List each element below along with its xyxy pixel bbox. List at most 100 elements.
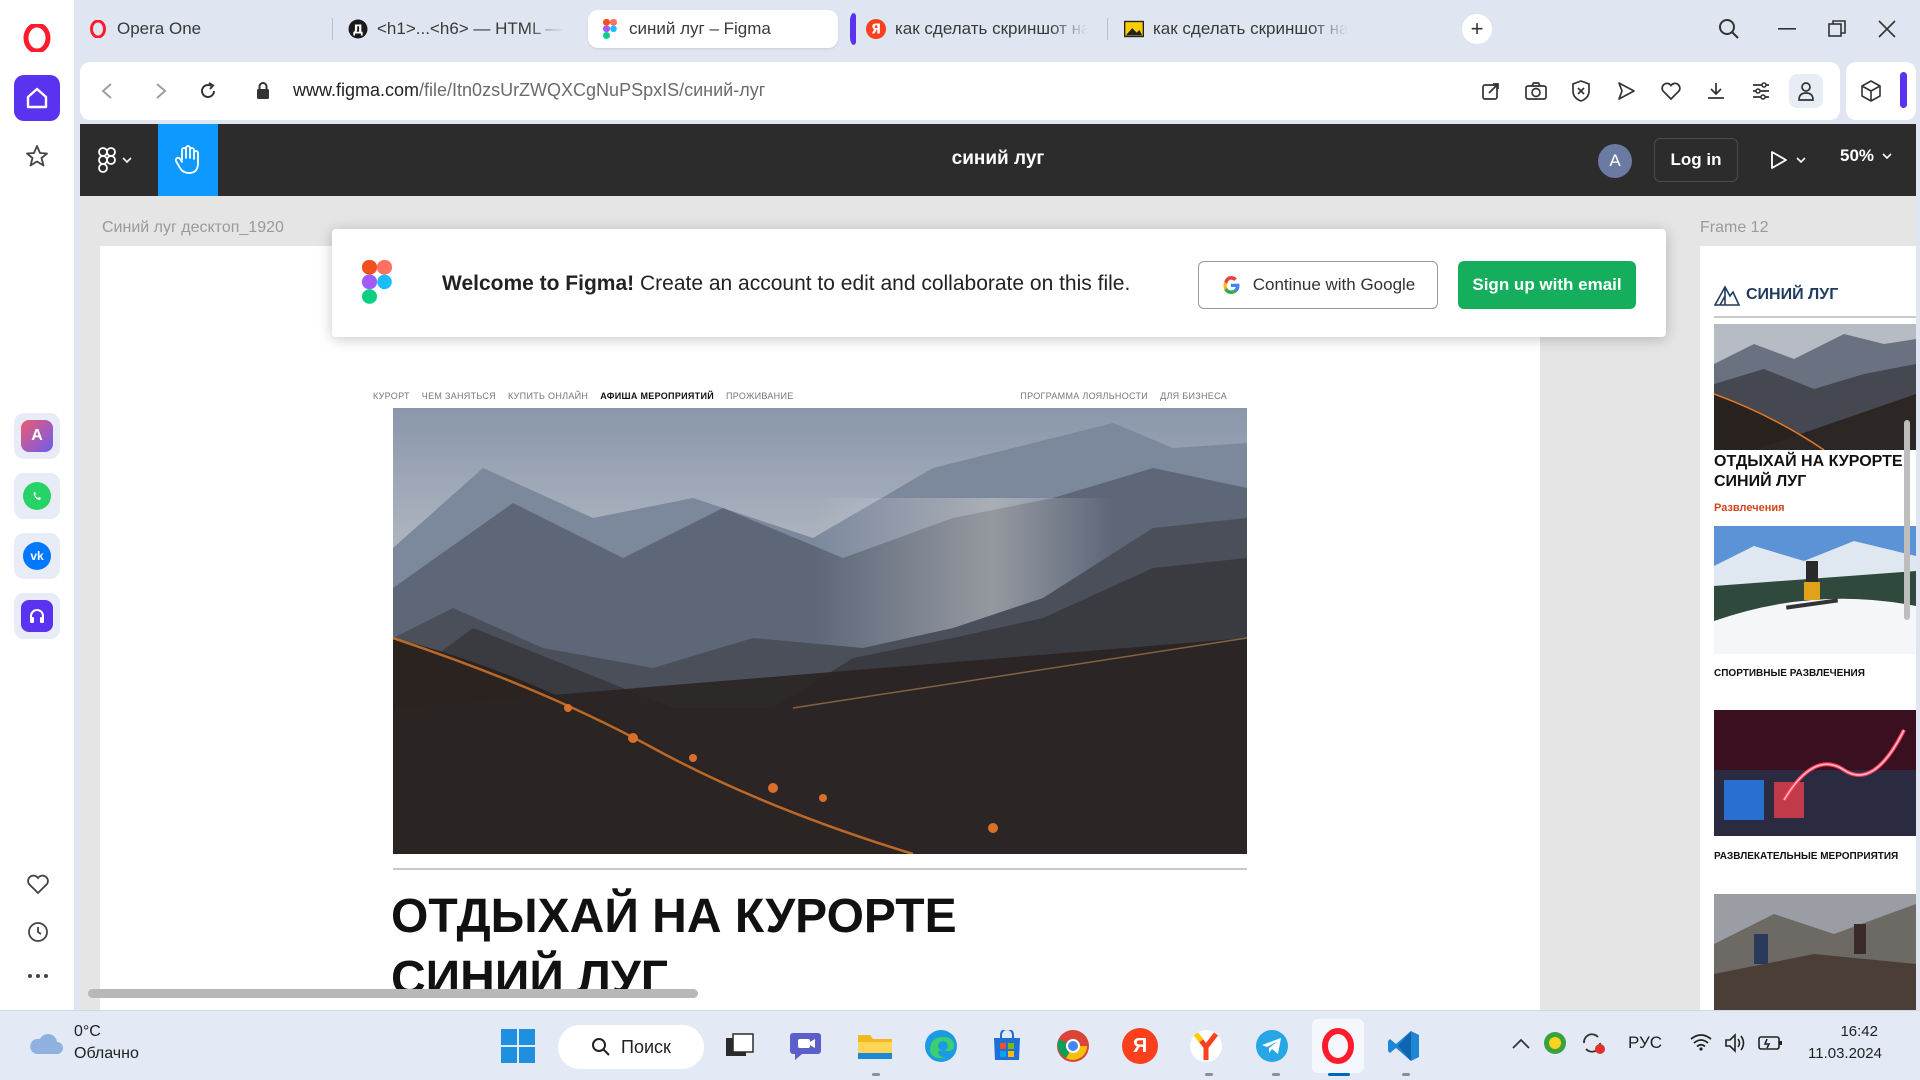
sync-icon[interactable]: [1580, 1031, 1606, 1060]
more-icon[interactable]: [22, 960, 54, 992]
music-player-icon[interactable]: [14, 593, 60, 639]
side-card-image-snowboard: [1714, 526, 1916, 654]
speed-dial-star-icon[interactable]: [14, 133, 60, 179]
new-tab-plus-icon[interactable]: +: [1462, 14, 1492, 44]
avatar[interactable]: A: [1598, 144, 1632, 178]
lock-icon[interactable]: [248, 76, 278, 106]
continue-with-google-button[interactable]: Continue with Google: [1198, 261, 1438, 309]
restore-icon[interactable]: [1822, 14, 1852, 44]
tab-label: как сделать скриншот на: [1153, 19, 1349, 38]
flow-send-icon[interactable]: [1611, 76, 1641, 106]
google-icon: [1223, 276, 1240, 294]
reload-icon[interactable]: [193, 76, 223, 106]
close-window-icon[interactable]: [1872, 14, 1902, 44]
temperature: 0°C: [74, 1023, 101, 1040]
tab-opera-one[interactable]: Opera One: [76, 10, 326, 48]
taskbar-search-button[interactable]: Поиск: [558, 1025, 704, 1069]
nav-item: КУПИТЬ ОНЛАЙН: [508, 391, 589, 401]
yandex-taskbar-icon[interactable]: Я: [1119, 1025, 1161, 1067]
whatsapp-icon[interactable]: [14, 473, 60, 519]
side-card-caption: РАЗВЛЕКАТЕЛЬНЫЕ МЕРОПРИЯТИЯ: [1714, 851, 1899, 862]
svg-text:Д: Д: [353, 23, 364, 37]
weather-widget[interactable]: 0°C Облачно: [28, 1021, 139, 1065]
wifi-icon[interactable]: [1690, 1033, 1712, 1056]
vk-icon[interactable]: vk: [14, 533, 60, 579]
profile-icon[interactable]: [1789, 74, 1823, 108]
microsoft-store-icon[interactable]: [986, 1025, 1028, 1067]
yandex-icon: Я: [866, 19, 886, 39]
back-icon[interactable]: [92, 76, 122, 106]
address-bar: www.figma.com/file/Itn0zsUrZWQXCgNuPSpxI…: [80, 62, 1840, 120]
extensions-cube-icon[interactable]: [1856, 76, 1886, 106]
side-card-image-neon: [1714, 710, 1916, 836]
image-icon: [1124, 19, 1144, 39]
google-button-label: Continue with Google: [1252, 275, 1416, 294]
vertical-scrollbar[interactable]: [1904, 420, 1910, 620]
file-explorer-icon[interactable]: [854, 1025, 896, 1067]
tab-label: <h1>...<h6> — HTML — /: [377, 19, 564, 38]
telegram-icon[interactable]: [1251, 1025, 1293, 1067]
chrome-icon[interactable]: [1052, 1025, 1094, 1067]
easy-setup-icon[interactable]: [1746, 76, 1776, 106]
frame-label-side[interactable]: Frame 12: [1700, 219, 1768, 237]
nav-item: ЧЕМ ЗАНЯТЬСЯ: [421, 391, 497, 401]
home-icon[interactable]: [14, 75, 60, 121]
opera-logo-icon[interactable]: [23, 22, 51, 54]
nav-item: ПРОЖИВАНИЕ: [726, 391, 794, 401]
tab-island-marker: [850, 13, 856, 45]
svg-text:Я: Я: [871, 23, 881, 38]
sign-up-with-email-button[interactable]: Sign up with email: [1458, 261, 1636, 309]
edit-share-icon[interactable]: [1476, 76, 1506, 106]
chevron-down-icon: [1796, 157, 1806, 163]
nav-item: ДЛЯ БИЗНЕСА: [1160, 391, 1227, 401]
forward-icon[interactable]: [146, 76, 176, 106]
tab-search-icon[interactable]: [1714, 14, 1744, 44]
present-button[interactable]: [1770, 146, 1820, 174]
task-view-icon[interactable]: [719, 1025, 761, 1067]
tray-overflow-chevron-icon[interactable]: [1512, 1035, 1530, 1055]
tab-image-search[interactable]: как сделать скриншот на: [1112, 10, 1362, 48]
vscode-icon[interactable]: [1383, 1025, 1425, 1067]
divider: [1714, 316, 1916, 318]
frame-label-main[interactable]: Синий луг десктоп_1920: [102, 219, 284, 237]
log-in-button[interactable]: Log in: [1654, 138, 1738, 182]
downloads-icon[interactable]: [1701, 76, 1731, 106]
opera-taskbar-icon[interactable]: [1317, 1025, 1359, 1067]
horizontal-scrollbar[interactable]: [88, 989, 698, 998]
tab-yandex-search[interactable]: Я как сделать скриншот на: [850, 10, 1100, 48]
yandex-browser-icon[interactable]: [1185, 1025, 1227, 1067]
welcome-banner: Welcome to Figma! Create an account to e…: [332, 229, 1666, 337]
keyboard-language[interactable]: РУС: [1628, 1033, 1662, 1053]
opera-icon: [88, 19, 108, 39]
running-indicator: [1272, 1073, 1280, 1076]
volume-icon[interactable]: [1724, 1033, 1748, 1058]
tab-separator: [1107, 18, 1108, 40]
aria-app-icon[interactable]: A: [14, 413, 60, 459]
zoom-menu[interactable]: 50%: [1840, 146, 1892, 166]
edge-browser-icon[interactable]: [920, 1025, 962, 1067]
minimize-icon[interactable]: [1772, 14, 1802, 44]
battery-icon[interactable]: [1758, 1033, 1784, 1056]
welcome-title: Welcome to Figma!: [442, 272, 635, 295]
url-host: www.figma.com: [293, 80, 420, 100]
sidebar-toggle-marker[interactable]: [1900, 72, 1907, 108]
heart-icon[interactable]: [22, 868, 54, 900]
windows-taskbar: 0°C Облачно Поиск Я РУС 16:42 11.03.2024: [0, 1010, 1920, 1080]
zoom-level: 50%: [1840, 146, 1875, 165]
tab-label: Opera One: [117, 19, 202, 38]
hero-title-line: СИНИЙ ЛУГ: [391, 952, 668, 1005]
history-clock-icon[interactable]: [22, 916, 54, 948]
snapshot-camera-icon[interactable]: [1521, 76, 1551, 106]
tray-app-icon[interactable]: [1543, 1031, 1567, 1060]
teams-chat-icon[interactable]: [786, 1025, 828, 1067]
tab-html-academy[interactable]: Д <h1>...<h6> — HTML — /: [336, 10, 576, 48]
tab-figma[interactable]: синий луг – Figma: [588, 10, 838, 48]
system-clock[interactable]: 16:42 11.03.2024: [1808, 1021, 1882, 1065]
windows-start-icon[interactable]: [497, 1025, 539, 1067]
adblock-shield-icon[interactable]: [1566, 76, 1596, 106]
chevron-down-icon: [1882, 153, 1892, 159]
file-title: синий луг: [951, 148, 1045, 169]
bookmark-heart-icon[interactable]: [1656, 76, 1686, 106]
side-brand-name: СИНИЙ ЛУГ: [1746, 286, 1839, 303]
url-text[interactable]: www.figma.com/file/Itn0zsUrZWQXCgNuPSpxI…: [293, 80, 765, 101]
